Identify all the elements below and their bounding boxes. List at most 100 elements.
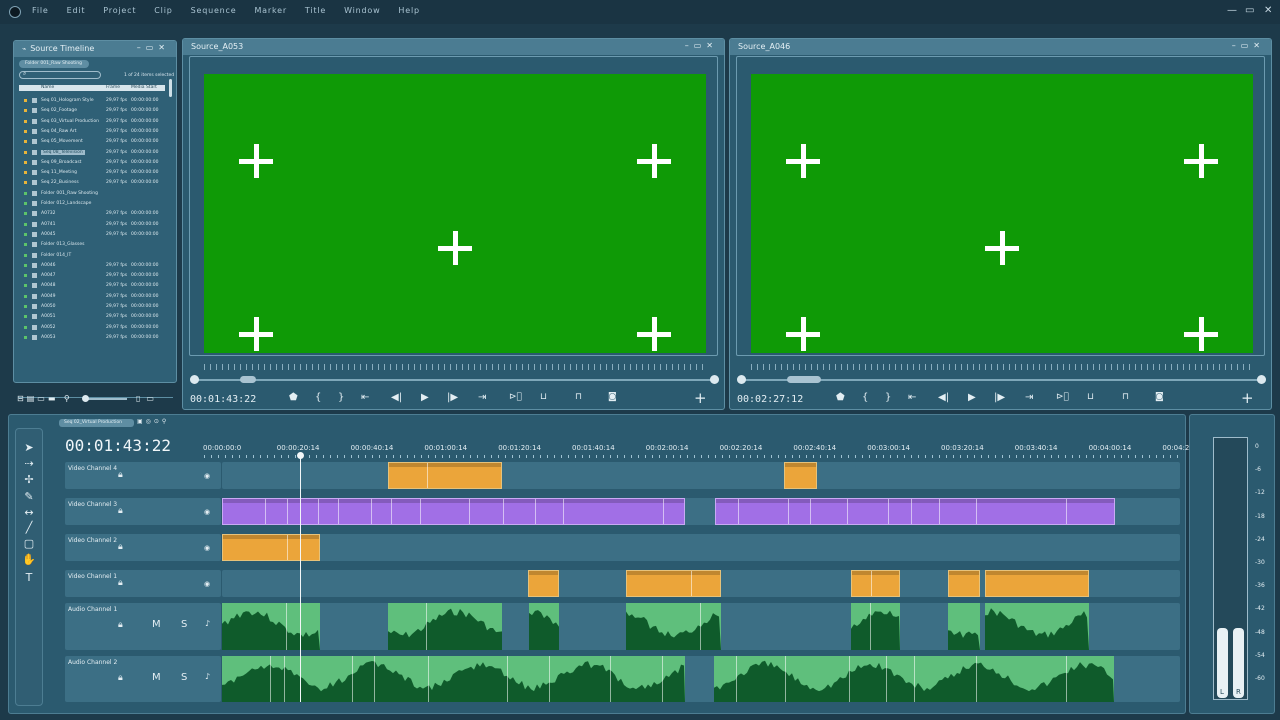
razor-tool-icon[interactable]: ✎ xyxy=(16,490,42,503)
menu-item-file[interactable]: File xyxy=(32,6,49,15)
video-clip[interactable] xyxy=(985,570,1089,597)
play-button[interactable]: ▶ xyxy=(421,392,429,403)
tree-row[interactable]: Seq 02_Footage 29,97 fps 00:00:00:00 xyxy=(24,106,174,116)
tree-row[interactable]: Seq 09_Broadcast 29,97 fps 00:00:00:00 xyxy=(24,158,174,168)
hand-tool-icon[interactable]: ✋ xyxy=(16,553,42,566)
audio-clip[interactable] xyxy=(851,603,900,650)
tree-row[interactable]: A0048 29,97 fps 00:00:00:00 xyxy=(24,281,174,291)
folder-chip[interactable]: Folder 001_Raw Shooting xyxy=(19,60,89,68)
video-clip[interactable] xyxy=(784,462,817,489)
panel-window-controls[interactable]: –▭✕ xyxy=(137,43,170,52)
menu-item-title[interactable]: Title xyxy=(305,6,326,15)
tree-row[interactable]: Folder 001_Raw Shooting xyxy=(24,189,174,199)
scrub-end-knob[interactable] xyxy=(1257,375,1266,384)
zoom-slider[interactable] xyxy=(82,395,127,402)
audio-clip[interactable] xyxy=(222,656,685,702)
tree-row[interactable]: Folder 014_IT xyxy=(24,251,174,261)
scrub-start-knob[interactable] xyxy=(737,375,746,384)
sequence-tab[interactable]: Seq 02_Virtual Production xyxy=(59,419,134,427)
scrub-end-knob[interactable] xyxy=(710,375,719,384)
video-screen[interactable] xyxy=(204,74,706,353)
tree-row[interactable]: A0045 29,97 fps 00:00:00:00 xyxy=(24,230,174,240)
timeline-options-icon[interactable]: ▣◎⊙⚲ xyxy=(137,418,169,425)
insert-icon[interactable]: ⊳⃞ xyxy=(509,392,522,402)
tree-row[interactable]: Seq 05_Movement 29,97 fps 00:00:00:00 xyxy=(24,137,174,147)
menu-item-help[interactable]: Help xyxy=(398,6,419,15)
step-back-button[interactable]: ◀| xyxy=(938,392,949,403)
track-select-tool-icon[interactable]: ⇢ xyxy=(16,457,42,470)
mute-button[interactable]: M xyxy=(152,672,161,683)
tree-row[interactable]: Seq 04_Raw Art 29,97 fps 00:00:00:00 xyxy=(24,127,174,137)
video-clip[interactable] xyxy=(851,570,900,597)
lift-icon[interactable]: ⊔ xyxy=(1087,392,1094,402)
viewer-timecode[interactable]: 00:01:43:22 xyxy=(190,394,256,405)
lift-icon[interactable]: ⊔ xyxy=(540,392,547,402)
camera-icon[interactable]: ◙ xyxy=(1155,392,1164,402)
video-clip[interactable] xyxy=(222,534,320,561)
tree-row[interactable]: A0052 29,97 fps 00:00:00:00 xyxy=(24,323,174,333)
go-to-out-button[interactable]: ⇥ xyxy=(1025,392,1033,403)
audio-clip[interactable] xyxy=(388,603,502,650)
tree-row[interactable]: A0046 29,97 fps 00:00:00:00 xyxy=(24,261,174,271)
video-clip[interactable] xyxy=(388,462,502,489)
track-header-v4[interactable]: Video Channel 4 🔒︎ ◉ xyxy=(65,462,221,489)
tree-row[interactable]: Folder 012_Landscape xyxy=(24,199,174,209)
scrub-bar[interactable] xyxy=(195,379,715,381)
menu-item-window[interactable]: Window xyxy=(344,6,380,15)
tree-row[interactable]: Seq 08_Television 29,97 fps 00:00:00:00 xyxy=(24,148,174,158)
viewer-window-controls[interactable]: –▭✕ xyxy=(1232,41,1265,50)
tree-row[interactable]: A0049 29,97 fps 00:00:00:00 xyxy=(24,292,174,302)
pen-tool-icon[interactable]: ╱ xyxy=(16,521,42,534)
step-forward-button[interactable]: |▶ xyxy=(447,392,458,403)
tree-row[interactable]: A0732 29,97 fps 00:00:00:00 xyxy=(24,209,174,219)
scrub-start-knob[interactable] xyxy=(190,375,199,384)
solo-button[interactable]: S xyxy=(181,619,187,630)
eye-icon[interactable]: ◉ xyxy=(204,472,210,480)
viewer-window-controls[interactable]: –▭✕ xyxy=(685,41,718,50)
menu-item-marker[interactable]: Marker xyxy=(254,6,286,15)
minimize-icon[interactable]: — xyxy=(1227,5,1237,16)
track-lane-v4[interactable] xyxy=(222,462,1180,489)
go-to-in-button[interactable]: ⇤ xyxy=(908,392,916,403)
track-header-v2[interactable]: Video Channel 2 🔒︎ ◉ xyxy=(65,534,221,561)
video-clip[interactable] xyxy=(528,570,559,597)
ripple-edit-tool-icon[interactable]: ✢ xyxy=(16,473,42,486)
viewer-timecode[interactable]: 00:02:27:12 xyxy=(737,394,803,405)
maximize-icon[interactable]: ▭ xyxy=(1245,5,1254,16)
step-forward-button[interactable]: |▶ xyxy=(994,392,1005,403)
tree-row[interactable]: A0047 29,97 fps 00:00:00:00 xyxy=(24,271,174,281)
tree-row[interactable]: A0741 29,97 fps 00:00:00:00 xyxy=(24,220,174,230)
menu-item-project[interactable]: Project xyxy=(103,6,136,15)
video-clip[interactable] xyxy=(626,570,721,597)
video-clip[interactable] xyxy=(222,498,685,525)
marker-button[interactable]: ⬟ xyxy=(836,392,845,403)
mute-button[interactable]: M xyxy=(152,619,161,630)
lock-icon[interactable]: 🔒︎ xyxy=(118,542,123,552)
selection-tool-icon[interactable]: ➤ xyxy=(16,441,42,454)
audio-clip[interactable] xyxy=(222,603,320,650)
eye-icon[interactable]: ◉ xyxy=(204,580,210,588)
microphone-icon[interactable]: ♪ xyxy=(205,672,210,681)
slip-tool-icon[interactable]: ↔ xyxy=(16,506,42,519)
video-screen[interactable] xyxy=(751,74,1253,353)
menu-item-clip[interactable]: Clip xyxy=(154,6,172,15)
scrub-handle[interactable] xyxy=(240,376,256,383)
tree-row[interactable]: Seq 03_Virtual Production 29,97 fps 00:00:… xyxy=(24,117,174,127)
lock-icon[interactable]: 🔒︎ xyxy=(118,506,123,516)
extract-icon[interactable]: ⊓ xyxy=(1122,392,1129,402)
solo-button[interactable]: S xyxy=(181,672,187,683)
extract-icon[interactable]: ⊓ xyxy=(575,392,582,402)
tree-row[interactable]: A0053 29,97 fps 00:00:00:00 xyxy=(24,333,174,343)
lock-icon[interactable]: 🔒︎ xyxy=(118,470,123,480)
lock-icon[interactable]: 🔒︎ xyxy=(118,578,123,588)
rectangle-tool-icon[interactable]: ▢ xyxy=(16,537,42,550)
timeline-timecode[interactable]: 00:01:43:22 xyxy=(65,436,171,455)
tree-row[interactable]: A0050 29,97 fps 00:00:00:00 xyxy=(24,302,174,312)
eye-icon[interactable]: ◉ xyxy=(204,544,210,552)
close-icon[interactable]: ✕ xyxy=(1264,5,1272,16)
audio-clip[interactable] xyxy=(714,656,1114,702)
tree-row[interactable]: A0051 29,97 fps 00:00:00:00 xyxy=(24,312,174,322)
mark-out-button[interactable]: } xyxy=(885,392,891,403)
bin-actions[interactable]: ▯▭ xyxy=(136,394,160,403)
column-frame[interactable]: Frame xyxy=(106,85,120,90)
